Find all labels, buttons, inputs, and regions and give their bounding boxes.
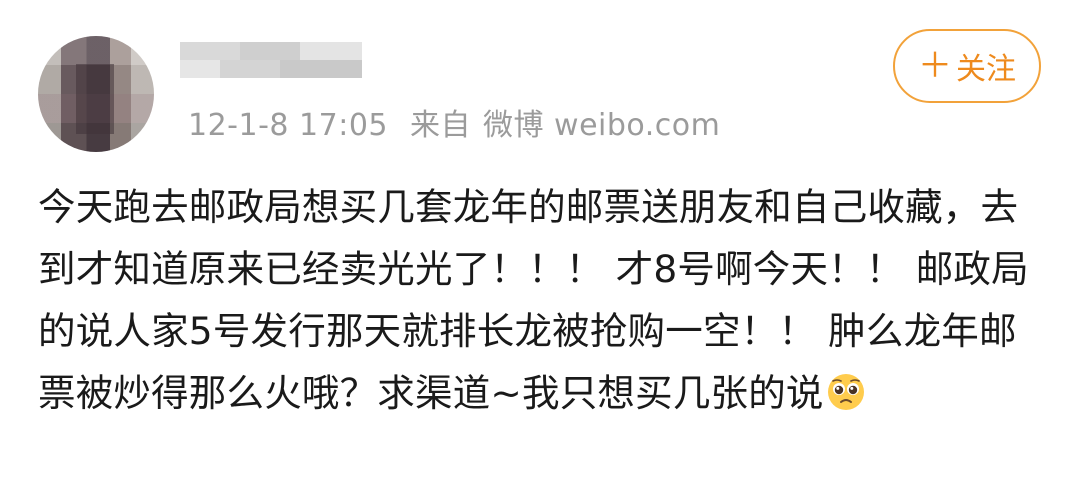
follow-label: 关注: [956, 52, 1016, 87]
post-text: 今天跑去邮政局想买几套龙年的邮票送朋友和自己收藏，去到才知道原来已经卖光光了！！…: [38, 185, 1029, 415]
pleading-face-icon: [827, 374, 864, 410]
post-body: 今天跑去邮政局想买几套龙年的邮票送朋友和自己收藏，去到才知道原来已经卖光光了！！…: [38, 176, 1048, 424]
avatar[interactable]: [38, 36, 154, 152]
username-blurred[interactable]: [180, 42, 362, 78]
follow-button[interactable]: ＋关注: [893, 29, 1041, 103]
source-link[interactable]: 微博 weibo.com: [483, 108, 720, 143]
post-meta: 12-1-8 17:05 来自 微博 weibo.com: [188, 100, 720, 144]
source-label: 来自: [410, 108, 471, 143]
post-timestamp: 12-1-8 17:05: [188, 108, 388, 143]
plus-icon: ＋: [918, 46, 952, 86]
